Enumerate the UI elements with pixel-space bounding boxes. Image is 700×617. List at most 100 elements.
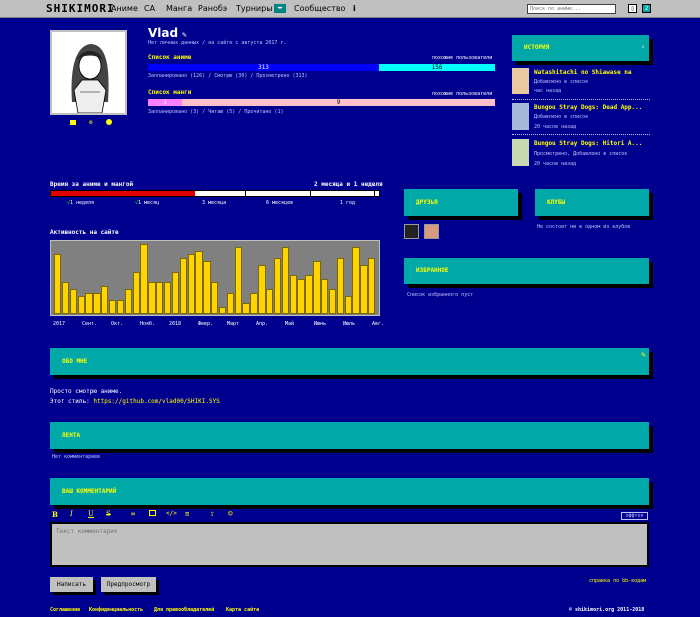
- strikethrough-icon[interactable]: S: [106, 510, 111, 518]
- activity-bar[interactable]: [61, 282, 70, 314]
- activity-bar[interactable]: [352, 247, 360, 314]
- activity-bar[interactable]: [54, 254, 62, 314]
- friends-header[interactable]: ДРУЗЬЯ: [404, 189, 518, 216]
- activity-bar[interactable]: [85, 293, 93, 314]
- activity-bar[interactable]: [344, 296, 352, 314]
- activity-bar[interactable]: [195, 251, 203, 314]
- activity-bar[interactable]: [328, 289, 337, 314]
- activity-bar[interactable]: [203, 261, 211, 314]
- footer-link-copyright[interactable]: Для правообладателей: [154, 607, 214, 613]
- activity-bar[interactable]: [179, 258, 187, 314]
- activity-bar[interactable]: [148, 282, 156, 314]
- activity-bar[interactable]: [266, 289, 274, 314]
- activity-bar[interactable]: [116, 300, 125, 314]
- nav-manga[interactable]: Манга: [166, 4, 192, 13]
- code-icon[interactable]: </>: [166, 510, 177, 517]
- quote-icon[interactable]: ≡: [185, 510, 189, 518]
- preview-button[interactable]: Предпросмотр: [101, 577, 156, 592]
- activity-bar[interactable]: [187, 254, 195, 314]
- anime-bar-completed[interactable]: 156: [379, 64, 495, 71]
- link-icon[interactable]: ∞: [131, 510, 135, 518]
- message-icon[interactable]: [70, 120, 76, 125]
- underline-icon[interactable]: U: [88, 510, 94, 518]
- site-logo[interactable]: SHIKIMORI: [46, 2, 115, 15]
- comment-input[interactable]: [50, 522, 649, 567]
- activity-bar[interactable]: [258, 265, 266, 314]
- activity-bar[interactable]: [171, 272, 180, 314]
- activity-bar[interactable]: [93, 293, 101, 314]
- activity-bar[interactable]: [360, 265, 368, 314]
- activity-bar[interactable]: [226, 293, 235, 314]
- history-thumb[interactable]: [512, 68, 529, 94]
- upload-icon[interactable]: ⇪: [210, 509, 215, 518]
- image-icon[interactable]: [149, 510, 156, 516]
- activity-bar[interactable]: [156, 282, 164, 314]
- search-input[interactable]: [527, 4, 616, 14]
- activity-bar[interactable]: [273, 258, 282, 314]
- footer-link-terms[interactable]: Соглашение: [50, 607, 80, 613]
- favorites-header[interactable]: ИЗБРАННОЕ: [404, 258, 649, 284]
- manga-bar-planned[interactable]: 1: [148, 99, 182, 106]
- nav-ranobe[interactable]: Ранобэ: [198, 4, 227, 13]
- offtopic-toggle[interactable]: оффтоп: [621, 512, 648, 520]
- manga-bar-completed[interactable]: 9: [182, 99, 495, 106]
- activity-month-label: Июнь: [314, 321, 327, 327]
- time-progress: [50, 190, 380, 197]
- anime-list-title[interactable]: Список аниме: [148, 54, 191, 61]
- italic-icon[interactable]: I: [70, 510, 73, 518]
- footer-link-sitemap[interactable]: Карта сайта: [226, 607, 259, 613]
- activity-bar[interactable]: [305, 275, 313, 314]
- nav-community[interactable]: Сообщество: [294, 4, 345, 13]
- nav-ca[interactable]: СА: [144, 4, 155, 13]
- nav-tournaments[interactable]: Турниры: [236, 4, 273, 13]
- nav-anime[interactable]: Аниме: [111, 4, 138, 13]
- activity-bar[interactable]: [77, 296, 85, 314]
- activity-bar[interactable]: [297, 279, 305, 314]
- manga-list-title[interactable]: Список манги: [148, 89, 191, 96]
- activity-bar[interactable]: [250, 293, 258, 314]
- activity-bar[interactable]: [289, 275, 297, 314]
- activity-bar[interactable]: [211, 282, 219, 314]
- smiley-icon[interactable]: ☺: [228, 509, 233, 518]
- bbcode-help-link[interactable]: справка по bb-кодам: [589, 578, 646, 584]
- activity-bar[interactable]: [163, 282, 172, 314]
- activity-bar[interactable]: [336, 258, 345, 314]
- clubs-header[interactable]: КЛУБЫ: [535, 189, 649, 216]
- anime-similar-users[interactable]: похожие пользователи: [432, 55, 492, 61]
- smile-icon[interactable]: [106, 119, 112, 125]
- edit-icon[interactable]: ✎: [182, 30, 187, 39]
- activity-bar[interactable]: [368, 258, 376, 314]
- history-header[interactable]: ИСТОРИЯ ›: [512, 35, 649, 61]
- history-item-name[interactable]: Watashitachi no Shiawase na: [534, 69, 632, 76]
- about-link[interactable]: https://github.com/vlad00/SHIKI.SYS: [93, 398, 219, 405]
- submit-button[interactable]: Написать: [50, 577, 93, 592]
- friend-avatar[interactable]: [404, 224, 419, 239]
- activity-bar[interactable]: [140, 244, 148, 314]
- friend-avatar[interactable]: [424, 224, 439, 239]
- activity-bar[interactable]: [218, 307, 227, 314]
- activity-bar[interactable]: [234, 247, 242, 314]
- activity-bar[interactable]: [101, 286, 109, 314]
- history-item-name[interactable]: Bungou Stray Dogs: Hitori A...: [534, 140, 642, 147]
- history-item-name[interactable]: Bungou Stray Dogs: Dead App...: [534, 104, 642, 111]
- activity-bar[interactable]: [242, 303, 250, 314]
- edit-icon[interactable]: ✎: [641, 350, 646, 359]
- activity-bar[interactable]: [108, 300, 117, 314]
- notifications-icon[interactable]: ▯: [628, 4, 637, 13]
- activity-bar[interactable]: [132, 272, 140, 314]
- nav-switch-icon[interactable]: ◄►: [274, 4, 286, 13]
- history-thumb[interactable]: [512, 139, 529, 166]
- activity-bar[interactable]: [321, 279, 329, 314]
- activity-bar[interactable]: [281, 247, 290, 314]
- activity-bar[interactable]: [313, 261, 321, 314]
- activity-bar[interactable]: [69, 289, 78, 314]
- history-thumb[interactable]: [512, 103, 529, 130]
- bold-icon[interactable]: B: [52, 510, 58, 519]
- manga-similar-users[interactable]: похожие пользователи: [432, 91, 492, 97]
- anime-bar-planned[interactable]: 313: [148, 64, 379, 71]
- footer-link-privacy[interactable]: Конфиденциальность: [89, 607, 143, 613]
- messages-icon[interactable]: 2: [642, 4, 651, 13]
- nav-info[interactable]: i: [353, 4, 356, 13]
- activity-bar[interactable]: [124, 289, 133, 314]
- friend-add-icon[interactable]: ⚙: [89, 119, 93, 126]
